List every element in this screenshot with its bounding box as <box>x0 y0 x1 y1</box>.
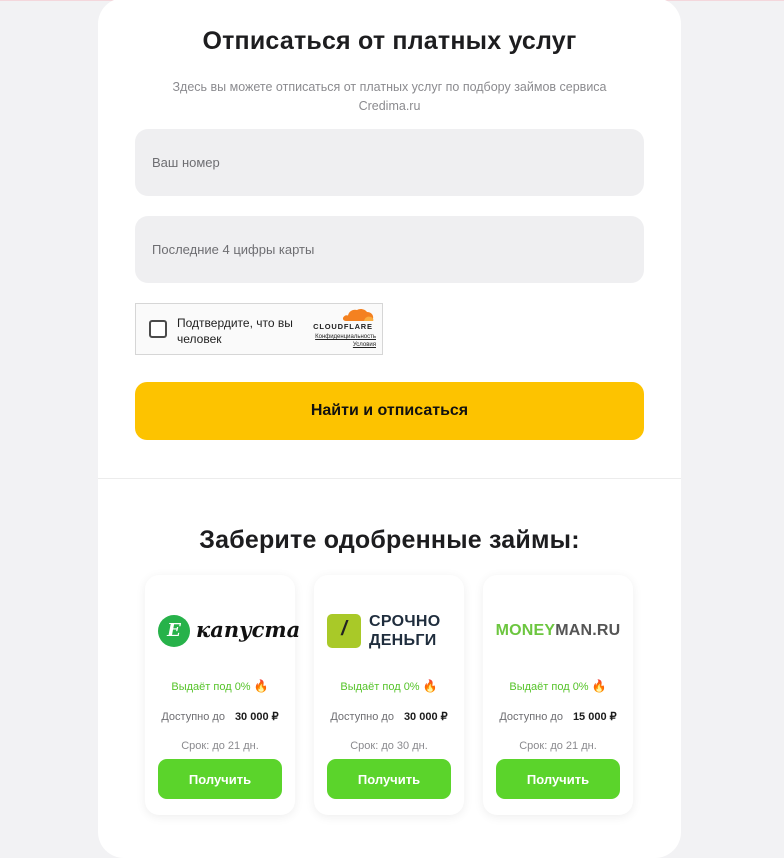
offer-amount-label: Доступно до <box>161 711 225 723</box>
page-subtitle: Здесь вы можете отписаться от платных ус… <box>172 80 607 113</box>
offer-promo: Выдаёт под 0% 🔥 <box>340 679 438 693</box>
offer-term: Срок: до 30 дн. <box>350 740 428 752</box>
cloudflare-logo: CLOUDFLARE Конфиденциальность Условия <box>308 308 378 352</box>
cloudflare-brand: CLOUDFLARE <box>313 322 373 331</box>
get-loan-button[interactable]: Получить <box>496 759 620 799</box>
offer-card-kapusta: Е капуста Выдаёт под 0% 🔥 Доступно до 30 … <box>145 575 300 815</box>
kapusta-logo: Е капуста <box>145 605 300 655</box>
offer-amount: 30 000 ₽ <box>234 711 279 723</box>
fire-icon: 🔥 <box>422 679 438 693</box>
offer-amount-row: Доступно до 30 000 ₽ <box>314 710 464 723</box>
page-title: Отписаться от платных услуг <box>202 27 577 55</box>
kapusta-logo-icon: Е <box>158 615 190 647</box>
unsubscribe-submit-button[interactable]: Найти и отписаться <box>135 382 644 440</box>
offer-promo: Выдаёт под 0% 🔥 <box>509 679 607 693</box>
get-loan-button[interactable]: Получить <box>327 759 451 799</box>
offers-title: Заберите одобренные займы: <box>199 526 580 554</box>
captcha-privacy-link[interactable]: Конфиденциальность <box>315 334 376 340</box>
fire-icon: 🔥 <box>253 679 269 693</box>
kapusta-brand-name: капуста <box>196 617 301 642</box>
offer-promo: Выдаёт под 0% 🔥 <box>171 679 269 693</box>
srochno-dengi-logo: / СРОЧНО ДЕНЬГИ <box>314 605 464 655</box>
cloudflare-cloud-icon <box>342 308 374 321</box>
captcha-terms-link[interactable]: Условия <box>353 342 376 348</box>
offer-amount-row: Доступно до 15 000 ₽ <box>483 710 633 723</box>
srochno-dengi-brand-line1: СРОЧНО <box>369 613 441 630</box>
offer-amount: 15 000 ₽ <box>572 711 617 723</box>
moneyman-logo: MONEYMAN.RU <box>483 605 633 655</box>
offer-term: Срок: до 21 дн. <box>181 740 259 752</box>
offer-card-srochno-dengi: / СРОЧНО ДЕНЬГИ Выдаёт под 0% 🔥 Доступно… <box>314 575 464 815</box>
srochno-dengi-logo-icon: / <box>327 614 361 648</box>
card-digits-input[interactable] <box>135 216 644 283</box>
get-loan-button[interactable]: Получить <box>158 759 282 799</box>
offer-amount-label: Доступно до <box>330 711 394 723</box>
offer-term: Срок: до 21 дн. <box>519 740 597 752</box>
offer-amount-row: Доступно до 30 000 ₽ <box>145 710 295 723</box>
captcha-widget: Подтвердите, что вы человек CLOUDFLARE К… <box>135 303 383 355</box>
section-divider <box>98 478 681 479</box>
captcha-checkbox[interactable] <box>149 320 167 338</box>
srochno-dengi-brand-line2: ДЕНЬГИ <box>369 632 437 649</box>
offer-amount-label: Доступно до <box>499 711 563 723</box>
offer-card-moneyman: MONEYMAN.RU Выдаёт под 0% 🔥 Доступно до 1… <box>483 575 633 815</box>
phone-input[interactable] <box>135 129 644 196</box>
moneyman-brand-name: MONEYMAN.RU <box>495 622 621 639</box>
unsubscribe-card: Отписаться от платных услуг Здесь вы мож… <box>98 0 681 858</box>
fire-icon: 🔥 <box>591 679 607 693</box>
offer-amount: 30 000 ₽ <box>403 711 448 723</box>
captcha-label: Подтвердите, что вы человек <box>177 316 293 346</box>
